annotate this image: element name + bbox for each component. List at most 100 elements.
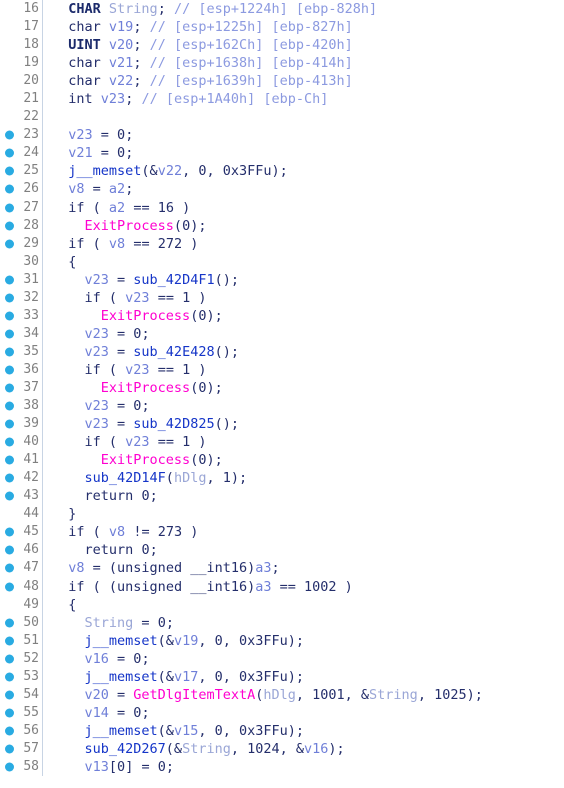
code-line[interactable]: 17 char v19; // [esp+1225h] [ebp-827h]	[0, 18, 564, 37]
code-token[interactable]: [esp+1225h] [ebp-827h]	[174, 19, 353, 35]
code-token[interactable]: );	[288, 669, 304, 685]
code-line-text[interactable]: v23 = 0;	[43, 397, 564, 415]
breakpoint-marker-icon[interactable]	[5, 618, 14, 628]
code-token[interactable]: ;	[133, 19, 149, 35]
code-token[interactable]: //	[150, 19, 174, 35]
code-token[interactable]: , &	[280, 741, 304, 757]
code-token[interactable]: hDlg	[263, 687, 296, 703]
code-line[interactable]: 25 j__memset(&v22, 0, 0x3FFu);	[0, 162, 564, 181]
code-token[interactable]: {	[52, 597, 76, 613]
breakpoint-marker-icon[interactable]	[5, 473, 14, 483]
code-token[interactable]: );	[288, 633, 304, 649]
code-token[interactable]	[101, 37, 109, 53]
line-gutter[interactable]: 22	[0, 108, 43, 127]
code-line-text[interactable]: return 0;	[43, 487, 564, 505]
code-token[interactable]: = (	[85, 560, 117, 576]
code-line[interactable]: 26 v8 = a2;	[0, 180, 564, 199]
code-token[interactable]: sub_42D14F	[85, 470, 166, 486]
code-token[interactable]: ,	[223, 723, 239, 739]
breakpoint-marker-icon[interactable]	[5, 455, 14, 465]
breakpoint-marker-icon[interactable]	[5, 221, 14, 231]
code-token[interactable]: v8	[109, 524, 125, 540]
code-line[interactable]: 43 return 0;	[0, 487, 564, 506]
code-line-text[interactable]: char v19; // [esp+1225h] [ebp-827h]	[43, 18, 564, 36]
code-line[interactable]: 44 }	[0, 505, 564, 524]
code-token[interactable]: !=	[125, 524, 158, 540]
code-token[interactable]: ,	[206, 163, 222, 179]
line-gutter[interactable]: 23	[0, 126, 43, 145]
line-gutter[interactable]: 46	[0, 541, 43, 560]
pseudocode-view[interactable]: 16 CHAR String; // [esp+1224h] [ebp-828h…	[0, 0, 564, 788]
code-token[interactable]	[52, 633, 85, 649]
code-token[interactable]: ;	[166, 759, 174, 775]
code-token[interactable]	[52, 741, 85, 757]
code-token[interactable]: (	[101, 434, 125, 450]
code-token[interactable]: (	[174, 218, 182, 234]
code-token[interactable]: [esp+1A40h] [ebp-Ch]	[166, 91, 329, 107]
code-token[interactable]: GetDlgItemTextA	[133, 687, 255, 703]
code-token[interactable]: hDlg	[174, 470, 207, 486]
code-token[interactable]	[52, 218, 85, 234]
code-line-text[interactable]: UINT v20; // [esp+162Ch] [ebp-420h]	[43, 36, 564, 54]
code-token[interactable]: (	[85, 236, 109, 252]
code-token[interactable]: 1	[182, 290, 190, 306]
breakpoint-marker-icon[interactable]	[5, 744, 14, 754]
code-token[interactable]: j__memset	[68, 163, 141, 179]
code-line-text[interactable]: return 0;	[43, 541, 564, 559]
code-token[interactable]	[101, 19, 109, 35]
code-token[interactable]: 0	[158, 759, 166, 775]
line-gutter[interactable]: 25	[0, 162, 43, 181]
code-token[interactable]	[52, 434, 85, 450]
code-token[interactable]: v14	[85, 705, 109, 721]
code-line-text[interactable]: sub_42D267(&String, 1024, &v16);	[43, 740, 564, 758]
line-gutter[interactable]: 16	[0, 0, 43, 19]
code-token[interactable]: );	[190, 218, 206, 234]
code-line-text[interactable]: {	[43, 253, 564, 271]
code-line[interactable]: 49 {	[0, 595, 564, 614]
line-gutter[interactable]: 33	[0, 306, 43, 325]
line-gutter[interactable]: 53	[0, 667, 43, 686]
code-token[interactable]	[52, 488, 85, 504]
breakpoint-marker-icon[interactable]	[5, 275, 14, 285]
code-line[interactable]: 46 return 0;	[0, 541, 564, 560]
code-line-text[interactable]: if ( v23 == 1 )	[43, 361, 564, 379]
line-gutter[interactable]: 40	[0, 433, 43, 452]
code-line[interactable]: 31 v23 = sub_42D4F1();	[0, 270, 564, 289]
code-token[interactable]: ;	[133, 37, 149, 53]
code-token[interactable]: //	[150, 37, 174, 53]
code-line[interactable]: 53 j__memset(&v17, 0, 0x3FFu);	[0, 667, 564, 686]
code-token[interactable]: v23	[101, 91, 125, 107]
code-token[interactable]: v23	[85, 272, 109, 288]
code-token[interactable]: ;	[125, 127, 133, 143]
code-token[interactable]: ,	[296, 687, 312, 703]
code-token[interactable]: ==	[125, 200, 158, 216]
code-line-text[interactable]: char v21; // [esp+1638h] [ebp-414h]	[43, 54, 564, 72]
code-token[interactable]: );	[206, 308, 222, 324]
code-token[interactable]: j__memset	[85, 669, 158, 685]
line-gutter[interactable]: 21	[0, 90, 43, 109]
code-token[interactable]: v19	[174, 633, 198, 649]
code-token[interactable]	[52, 73, 68, 89]
code-line-text[interactable]: if ( v8 != 273 )	[43, 523, 564, 541]
line-gutter[interactable]: 39	[0, 415, 43, 434]
breakpoint-marker-icon[interactable]	[5, 239, 14, 249]
code-line[interactable]: 54 v20 = GetDlgItemTextA(hDlg, 1001, &St…	[0, 685, 564, 704]
line-gutter[interactable]: 57	[0, 739, 43, 759]
code-token[interactable]: ==	[125, 236, 158, 252]
breakpoint-marker-icon[interactable]	[5, 708, 14, 718]
code-token[interactable]	[52, 200, 68, 216]
code-token[interactable]: )	[190, 290, 206, 306]
code-token[interactable]	[52, 470, 85, 486]
code-line[interactable]: 38 v23 = 0;	[0, 397, 564, 416]
code-token[interactable]: (&	[141, 163, 157, 179]
code-token[interactable]: ExitProcess	[101, 452, 190, 468]
code-token[interactable]: ;	[141, 651, 149, 667]
breakpoint-marker-icon[interactable]	[5, 166, 14, 176]
breakpoint-marker-icon[interactable]	[5, 654, 14, 664]
code-token[interactable]: =	[109, 416, 133, 432]
code-token[interactable]: ==	[150, 434, 183, 450]
code-line[interactable]: 28 ExitProcess(0);	[0, 216, 564, 235]
code-line-text[interactable]: v14 = 0;	[43, 704, 564, 722]
code-token[interactable]	[52, 91, 68, 107]
code-token[interactable]: unsigned __int16	[117, 579, 247, 595]
